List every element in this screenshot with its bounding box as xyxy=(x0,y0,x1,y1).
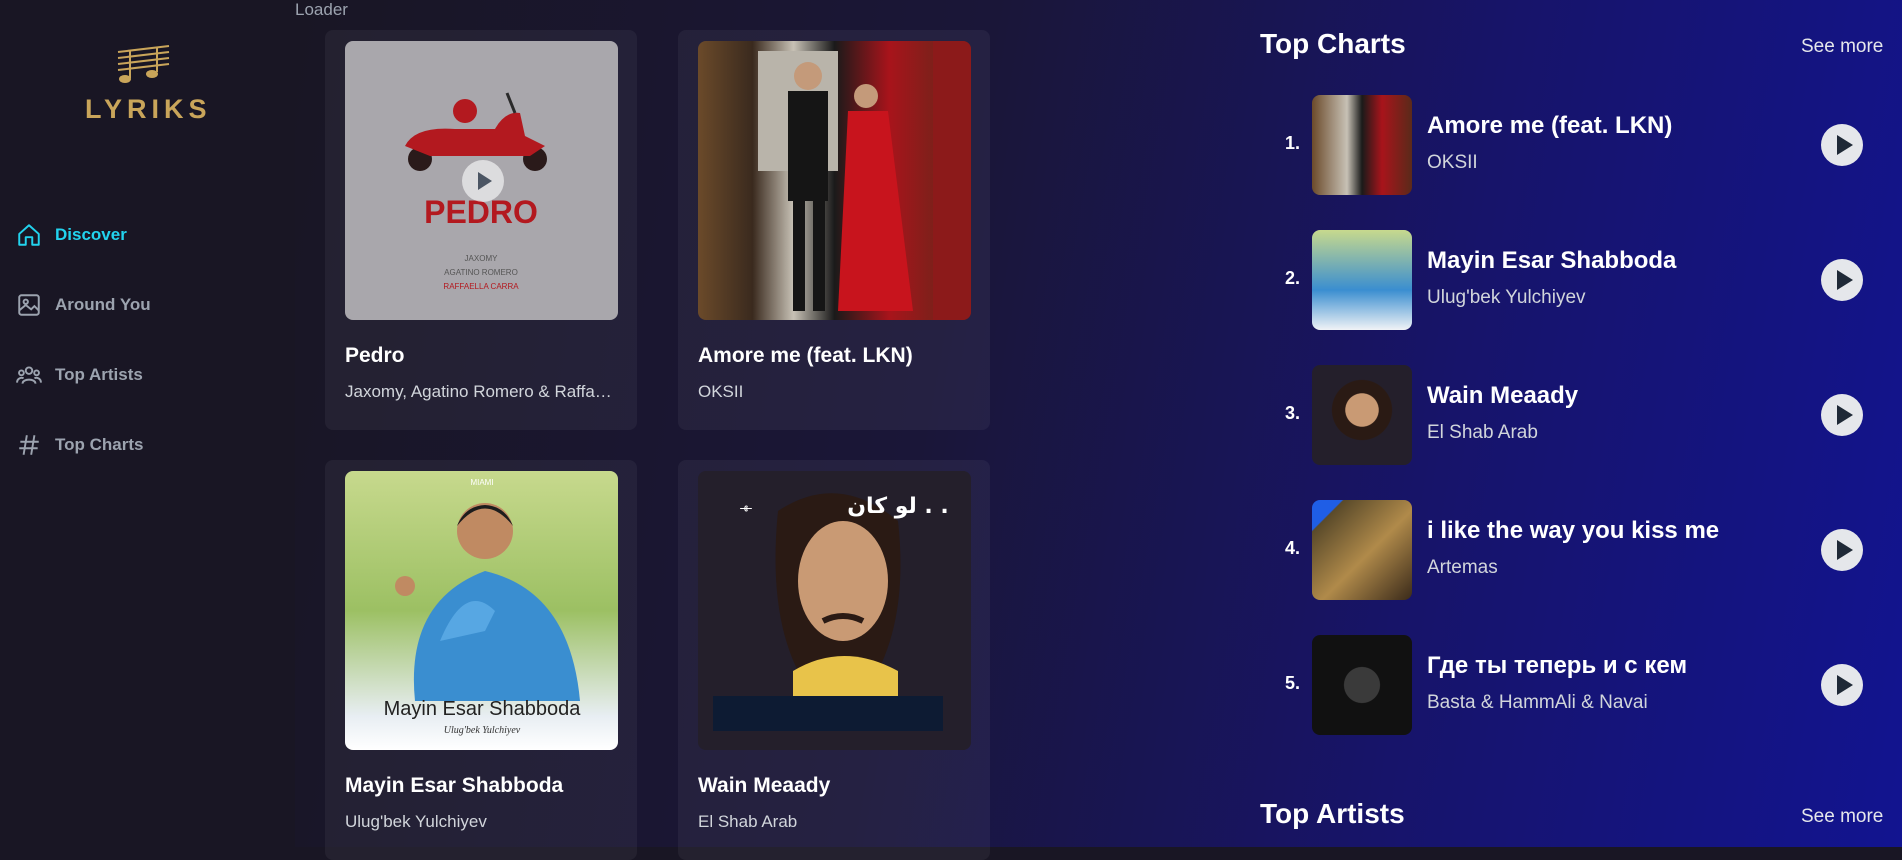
music-notes-icon xyxy=(117,45,170,83)
sidebar-item-top-charts[interactable]: Top Charts xyxy=(16,410,151,480)
chart-rank: 5. xyxy=(1284,673,1300,693)
chart-song-title[interactable]: Wain Meaady xyxy=(1427,382,1578,410)
chart-song-artist[interactable]: Ulug'bek Yulchiyev xyxy=(1427,287,1586,309)
song-card[interactable]: لو كان . . ـهـ Wain Meaady El Shab Arab xyxy=(678,460,990,860)
cover-line: JAXOMY xyxy=(465,254,499,263)
chart-rank: 3. xyxy=(1284,403,1300,423)
logo-text: LYRIKS xyxy=(85,94,212,124)
play-button-icon[interactable] xyxy=(1820,393,1864,437)
users-icon xyxy=(16,366,42,384)
play-button-icon[interactable] xyxy=(1820,663,1864,707)
sidebar-item-top-artists[interactable]: Top Artists xyxy=(16,340,151,410)
cover-subtitle: Ulug'bek Yulchiyev xyxy=(444,725,521,736)
chart-thumbnail xyxy=(1312,500,1412,600)
chart-rank: 1. xyxy=(1284,133,1300,153)
sidebar-item-label: Discover xyxy=(55,225,127,244)
chart-row[interactable]: 5. Где ты теперь и с кем Basta & HammAli… xyxy=(1280,635,1880,739)
song-artist[interactable]: El Shab Arab xyxy=(698,812,973,832)
chart-song-title[interactable]: Где ты теперь и с кем xyxy=(1427,652,1687,680)
sidebar-item-label: Around You xyxy=(55,295,151,314)
chart-thumbnail xyxy=(1312,365,1412,465)
chart-song-artist[interactable]: Basta & HammAli & Navai xyxy=(1427,692,1648,714)
chart-song-title[interactable]: Mayin Esar Shabboda xyxy=(1427,247,1676,275)
chart-song-title[interactable]: i like the way you kiss me xyxy=(1427,517,1719,545)
play-button-icon[interactable] xyxy=(1820,528,1864,572)
top-artists-see-more-link[interactable]: See more xyxy=(1801,806,1883,828)
top-charts-see-more-link[interactable]: See more xyxy=(1801,36,1883,58)
sidebar-item-discover[interactable]: Discover xyxy=(16,200,151,270)
top-artists-heading: Top Artists xyxy=(1260,798,1405,829)
couple-photo-image xyxy=(758,41,971,320)
song-artist[interactable]: Ulug'bek Yulchiyev xyxy=(345,812,620,832)
logo: LYRIKS xyxy=(85,42,212,124)
cover-line: AGATINO ROMERO xyxy=(444,268,518,277)
chart-row[interactable]: 1. Amore me (feat. LKN) OKSII xyxy=(1280,95,1880,199)
top-charts-heading: Top Charts xyxy=(1260,28,1406,59)
home-icon xyxy=(18,224,40,246)
song-title[interactable]: Pedro xyxy=(345,344,405,368)
song-title[interactable]: Mayin Esar Shabboda xyxy=(345,774,563,798)
chart-thumbnail xyxy=(1312,635,1412,735)
song-cover xyxy=(698,41,971,320)
chart-row[interactable]: 4. i like the way you kiss me Artemas xyxy=(1280,500,1880,604)
sidebar-nav: Discover Around You Top Artists Top Char… xyxy=(16,200,151,480)
cover-title: Mayin Esar Shabboda xyxy=(384,698,582,720)
chart-row[interactable]: 2. Mayin Esar Shabboda Ulug'bek Yulchiye… xyxy=(1280,230,1880,334)
cover-logo: ـهـ xyxy=(739,499,752,512)
song-card[interactable]: Amore me (feat. LKN) OKSII xyxy=(678,30,990,430)
song-cover: لو كان . . ـهـ xyxy=(698,471,971,750)
chart-thumbnail xyxy=(1312,230,1412,330)
cover-line: RAFFAELLA CARRA xyxy=(443,282,519,291)
chart-thumbnail xyxy=(1312,95,1412,195)
chart-song-artist[interactable]: Artemas xyxy=(1427,557,1498,579)
sidebar: LYRIKS Discover Around You Top Artists T… xyxy=(0,0,295,847)
chart-song-artist[interactable]: OKSII xyxy=(1427,152,1478,174)
play-button-icon[interactable] xyxy=(1820,123,1864,167)
song-title[interactable]: Amore me (feat. LKN) xyxy=(698,344,913,368)
loader-text: Loader xyxy=(295,0,348,19)
image-icon xyxy=(18,294,40,316)
song-artist[interactable]: Jaxomy, Agatino Romero & Raffaella Carrà xyxy=(345,382,620,402)
cover-brand: MIAMI xyxy=(470,478,493,487)
singer-portrait-image: لو كان . . ـهـ xyxy=(698,471,971,750)
sidebar-item-label: Top Artists xyxy=(55,365,143,384)
play-overlay-icon[interactable] xyxy=(462,160,504,202)
hashtag-icon xyxy=(19,435,39,455)
sidebar-item-label: Top Charts xyxy=(55,435,144,454)
song-cover: MIAMI Mayin Esar Shabboda Ulug'bek Yulch… xyxy=(345,471,618,750)
song-card[interactable]: PEDRO JAXOMY AGATINO ROMERO RAFFAELLA CA… xyxy=(325,30,637,430)
cover-title: لو كان . . xyxy=(847,494,949,519)
chart-song-artist[interactable]: El Shab Arab xyxy=(1427,422,1538,444)
chart-song-title[interactable]: Amore me (feat. LKN) xyxy=(1427,112,1672,140)
song-artist[interactable]: OKSII xyxy=(698,382,973,402)
song-card[interactable]: MIAMI Mayin Esar Shabboda Ulug'bek Yulch… xyxy=(325,460,637,860)
play-button-icon[interactable] xyxy=(1820,258,1864,302)
singer-photo-image: MIAMI Mayin Esar Shabboda Ulug'bek Yulch… xyxy=(384,478,582,736)
song-cover: PEDRO JAXOMY AGATINO ROMERO RAFFAELLA CA… xyxy=(345,41,618,320)
song-title[interactable]: Wain Meaady xyxy=(698,774,830,798)
chart-rank: 2. xyxy=(1284,268,1300,288)
chart-row[interactable]: 3. Wain Meaady El Shab Arab xyxy=(1280,365,1880,469)
sidebar-item-around-you[interactable]: Around You xyxy=(16,270,151,340)
chart-rank: 4. xyxy=(1284,538,1300,558)
